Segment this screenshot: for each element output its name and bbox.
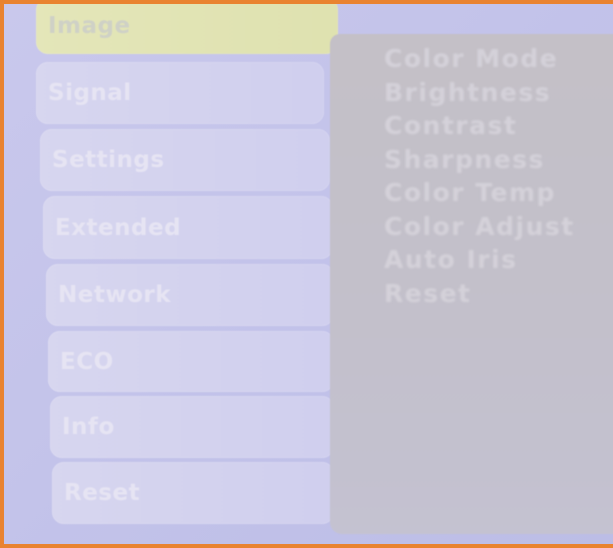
setting-color-temp[interactable]: Color Temp — [384, 176, 575, 210]
osd-menu-screen: Image Signal Settings Extended Network E… — [0, 0, 613, 548]
tab-label: Settings — [52, 147, 165, 173]
tab-reset[interactable]: Reset — [52, 462, 334, 524]
tab-label: Network — [58, 282, 172, 308]
tab-label: ECO — [60, 348, 114, 375]
tab-image[interactable]: Image — [36, 4, 338, 54]
tab-label: Signal — [48, 80, 132, 106]
tab-eco[interactable]: ECO — [48, 331, 334, 392]
tab-settings[interactable]: Settings — [40, 129, 330, 191]
tab-label: Reset — [64, 480, 141, 506]
setting-sharpness[interactable]: Sharpness — [384, 143, 575, 177]
setting-reset[interactable]: Reset — [384, 277, 575, 311]
tab-label: Image — [48, 13, 131, 39]
tab-label: Info — [62, 414, 115, 440]
setting-color-adjust[interactable]: Color Adjust — [384, 210, 575, 244]
setting-brightness[interactable]: Brightness — [384, 76, 575, 110]
tab-extended[interactable]: Extended — [43, 196, 333, 259]
tab-label: Extended — [55, 214, 182, 241]
setting-color-mode[interactable]: Color Mode — [384, 42, 575, 76]
tab-info[interactable]: Info — [50, 396, 334, 458]
image-settings-list: Color Mode Brightness Contrast Sharpness… — [384, 42, 575, 310]
setting-contrast[interactable]: Contrast — [384, 109, 575, 143]
setting-auto-iris[interactable]: Auto Iris — [384, 243, 575, 277]
tab-network[interactable]: Network — [46, 264, 334, 326]
tab-signal[interactable]: Signal — [36, 62, 324, 124]
